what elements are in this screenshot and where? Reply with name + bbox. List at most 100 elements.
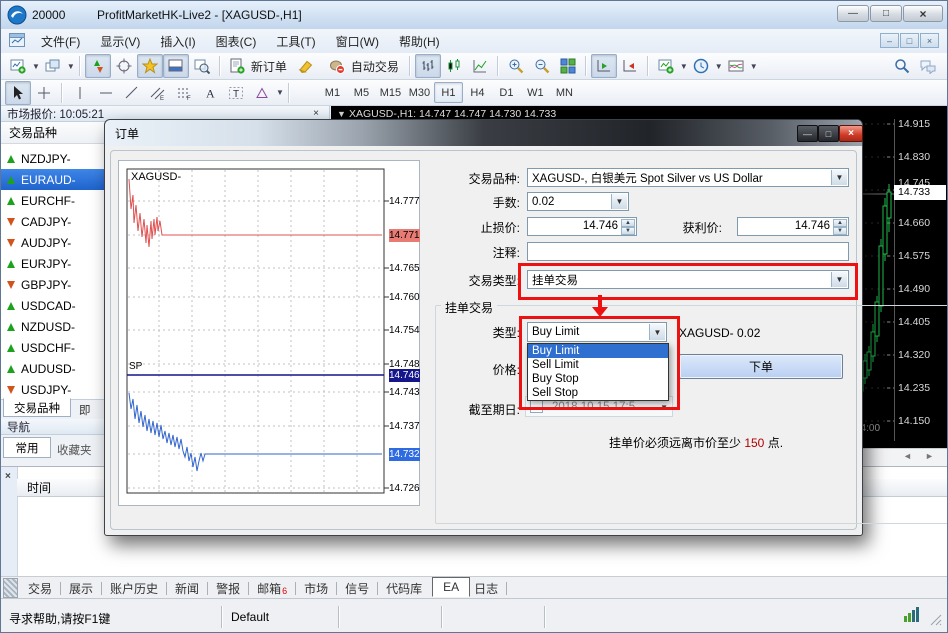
tab-news[interactable]: 新闻: [175, 580, 199, 597]
take-profit-stepper[interactable]: ▲▼: [833, 219, 847, 234]
search-button[interactable]: [889, 54, 915, 78]
line-chart-button[interactable]: [467, 54, 493, 78]
menu-help[interactable]: 帮助(H): [389, 30, 450, 53]
timeframe-m5[interactable]: M5: [347, 82, 376, 103]
comment-input[interactable]: [527, 242, 849, 261]
indicators-caret-icon[interactable]: ▼: [680, 62, 688, 71]
chart-collapse-icon[interactable]: ▼: [337, 109, 346, 119]
dialog-close-button[interactable]: ×: [839, 125, 863, 142]
tab-mailbox[interactable]: 邮箱6: [257, 580, 287, 597]
new-order-button[interactable]: [225, 54, 249, 78]
resize-grip[interactable]: [929, 613, 943, 630]
chevron-down-icon[interactable]: ▼: [660, 403, 668, 412]
new-chart-button[interactable]: [5, 54, 31, 78]
tab-symbols[interactable]: 交易品种: [3, 398, 71, 417]
tab-alerts[interactable]: 警报: [216, 580, 240, 597]
strategy-tester-button[interactable]: [189, 54, 215, 78]
timeframe-w1[interactable]: W1: [521, 82, 550, 103]
templates-button[interactable]: [723, 54, 749, 78]
crosshair-tool-button[interactable]: [31, 81, 57, 105]
market-watch-toggle-button[interactable]: [85, 54, 111, 78]
volume-select[interactable]: 0.02 ▼: [527, 192, 629, 211]
status-profile[interactable]: Default: [231, 610, 269, 624]
timeframe-d1[interactable]: D1: [492, 82, 521, 103]
auto-trading-label[interactable]: 自动交易: [351, 58, 399, 75]
tab-code-base[interactable]: 代码库: [386, 580, 422, 597]
tab-exposure[interactable]: 展示: [69, 580, 93, 597]
profiles-button[interactable]: [40, 54, 66, 78]
order-type-select[interactable]: Buy Limit ▼: [527, 322, 667, 342]
tile-windows-button[interactable]: [555, 54, 581, 78]
tab-market[interactable]: 市场: [304, 580, 328, 597]
order-dialog-titlebar[interactable]: 订单 — □ ×: [105, 120, 862, 146]
horizontal-line-tool-button[interactable]: [93, 81, 119, 105]
profiles-caret-icon[interactable]: ▼: [67, 62, 75, 71]
expiry-checkbox[interactable]: [530, 400, 543, 413]
shapes-tool-button[interactable]: [249, 81, 275, 105]
new-order-label[interactable]: 新订单: [251, 58, 287, 75]
option-sell-stop[interactable]: Sell Stop: [528, 386, 668, 400]
place-order-button[interactable]: 下单: [679, 354, 843, 379]
tab-common[interactable]: 常用: [3, 437, 51, 458]
close-button[interactable]: ×: [903, 5, 943, 22]
symbol-select[interactable]: XAGUSD-, 白银美元 Spot Silver vs US Dollar ▼: [527, 168, 849, 187]
menu-file[interactable]: 文件(F): [31, 30, 90, 53]
menu-charts[interactable]: 图表(C): [206, 30, 267, 53]
option-buy-limit[interactable]: Buy Limit: [528, 344, 668, 358]
take-profit-input[interactable]: 14.746 ▲▼: [737, 217, 849, 236]
spin-down-icon[interactable]: ▼: [833, 227, 847, 235]
tab-tick-chart[interactable]: 即: [79, 402, 91, 418]
auto-scroll-button[interactable]: [591, 54, 617, 78]
trade-type-select[interactable]: 挂单交易 ▼: [527, 270, 849, 289]
menu-window[interactable]: 窗口(W): [326, 30, 389, 53]
option-sell-limit[interactable]: Sell Limit: [528, 358, 668, 372]
periods-button[interactable]: [688, 54, 714, 78]
maximize-button[interactable]: □: [870, 5, 902, 22]
tab-trade[interactable]: 交易: [28, 580, 52, 597]
channel-tool-button[interactable]: E: [145, 81, 171, 105]
timeframe-m30[interactable]: M30: [405, 82, 434, 103]
shapes-caret-icon[interactable]: ▼: [276, 88, 284, 97]
zoom-in-button[interactable]: [503, 54, 529, 78]
text-tool-button[interactable]: A: [197, 81, 223, 105]
timeframe-m15[interactable]: M15: [376, 82, 405, 103]
bar-chart-button[interactable]: [415, 54, 441, 78]
minimize-button[interactable]: —: [837, 5, 869, 22]
timeframe-mn[interactable]: MN: [550, 82, 579, 103]
child-close-button[interactable]: ×: [920, 33, 939, 48]
chevron-down-icon[interactable]: ▼: [831, 170, 847, 185]
option-buy-stop[interactable]: Buy Stop: [528, 372, 668, 386]
chevron-down-icon[interactable]: ▼: [831, 272, 847, 287]
spin-up-icon[interactable]: ▲: [833, 219, 847, 227]
tab-journal[interactable]: 日志: [474, 580, 498, 597]
chat-button[interactable]: [915, 54, 941, 78]
timeframe-m1[interactable]: M1: [318, 82, 347, 103]
chevron-down-icon[interactable]: ▼: [649, 324, 665, 340]
zoom-out-button[interactable]: [529, 54, 555, 78]
dialog-restore-button[interactable]: □: [818, 125, 839, 142]
child-restore-button[interactable]: □: [900, 33, 919, 48]
dock-handle-icon[interactable]: [3, 578, 18, 598]
tab-account-history[interactable]: 账户历史: [110, 580, 158, 597]
cursor-tool-button[interactable]: [5, 81, 31, 105]
terminal-close-icon[interactable]: ×: [5, 471, 11, 482]
timeframe-h4[interactable]: H4: [463, 82, 492, 103]
indicators-button[interactable]: [653, 54, 679, 78]
label-tool-button[interactable]: T: [223, 81, 249, 105]
tab-favorites[interactable]: 收藏夹: [57, 442, 92, 458]
auto-trading-button[interactable]: [325, 54, 349, 78]
terminal-toggle-button[interactable]: [163, 54, 189, 78]
tab-signals[interactable]: 信号: [345, 580, 369, 597]
data-window-button[interactable]: [111, 54, 137, 78]
timeframe-h1[interactable]: H1: [434, 82, 463, 103]
new-chart-caret-icon[interactable]: ▼: [32, 62, 40, 71]
periods-caret-icon[interactable]: ▼: [715, 62, 723, 71]
menu-tools[interactable]: 工具(T): [266, 30, 325, 53]
vertical-line-tool-button[interactable]: [67, 81, 93, 105]
order-type-dropdown-list[interactable]: Buy Limit Sell Limit Buy Stop Sell Stop: [527, 343, 669, 401]
menu-insert[interactable]: 插入(I): [150, 30, 205, 53]
navigator-toggle-button[interactable]: [137, 54, 163, 78]
fibonacci-tool-button[interactable]: F: [171, 81, 197, 105]
candlestick-chart-button[interactable]: [441, 54, 467, 78]
trendline-tool-button[interactable]: [119, 81, 145, 105]
